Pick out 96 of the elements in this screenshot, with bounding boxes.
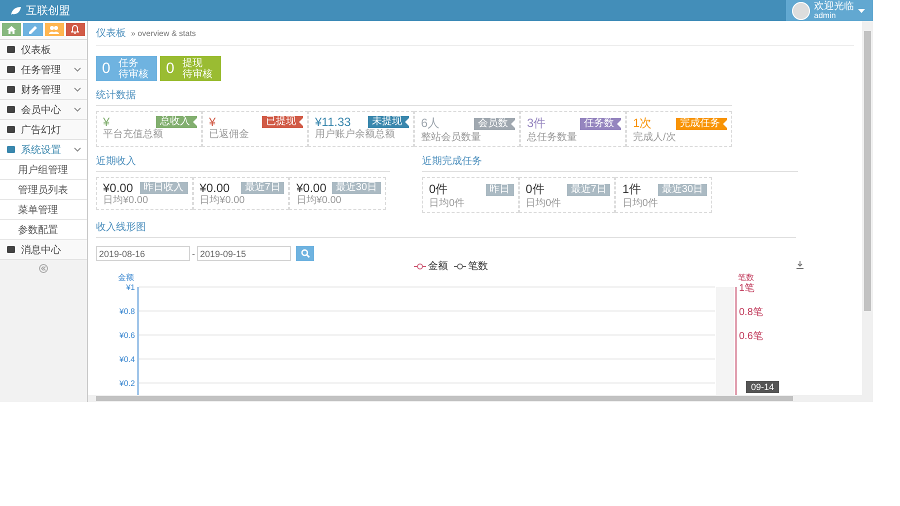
axis-tick: ¥0.8: [119, 307, 135, 316]
axis-tick: ¥0.4: [119, 355, 135, 364]
shortcut-button[interactable]: [66, 23, 85, 36]
period-tag: 最近7日: [240, 182, 284, 194]
breadcrumb-link[interactable]: 仪表板: [96, 26, 126, 40]
stat-tag: 任务数: [580, 118, 621, 130]
axis-tick: ¥0.2: [119, 379, 135, 388]
stat-caption: 完成人/次: [633, 132, 677, 144]
breadcrumb-text: » overview & stats: [131, 28, 196, 38]
legend-item[interactable]: 笔数: [454, 259, 488, 273]
bell-icon: [71, 25, 80, 34]
stat-caption: 总任务数量: [527, 132, 578, 144]
axis-tick: ¥1: [126, 283, 135, 292]
section-title: 近期完成任务: [422, 154, 798, 172]
pencil-icon: [28, 26, 37, 34]
shortcut-button[interactable]: [2, 23, 22, 36]
submenu-item[interactable]: 管理员列表: [0, 180, 87, 200]
chart-tooltip: 09-14: [746, 381, 780, 393]
summary-caption: 日均0件: [526, 198, 562, 210]
stat-value: 3件: [527, 115, 546, 132]
period-tag: 最近30日: [658, 184, 708, 196]
stat-tag: 总收入: [156, 116, 197, 128]
section-title: 近期收入: [96, 154, 390, 172]
users-icon: [49, 26, 60, 34]
menu-icon: [6, 145, 16, 154]
stat-caption: 用户账户余额总额: [315, 129, 396, 141]
menu-icon: [6, 125, 16, 134]
menu-icon: [6, 85, 16, 94]
axis-tick: ¥0.6: [119, 331, 135, 340]
stat-caption: 已返佣金: [209, 129, 250, 141]
section-title: 统计数据: [96, 88, 732, 106]
caret-icon: [858, 8, 865, 12]
search-icon: [300, 249, 310, 258]
stat-tag: 完成任务: [676, 118, 727, 130]
summary-caption: 日均0件: [429, 198, 466, 210]
search-button[interactable]: [296, 246, 314, 261]
collapse-icon[interactable]: [39, 264, 48, 273]
legend-item[interactable]: 金额: [414, 259, 448, 273]
leaf-icon: [10, 6, 22, 16]
submenu-item[interactable]: 用户组管理: [0, 160, 87, 180]
stat-value: ¥: [209, 115, 216, 129]
stat-value: ¥11.33: [315, 115, 351, 129]
summary-value: ¥0.00: [200, 181, 230, 195]
axis-tick: 1笔: [739, 283, 755, 294]
sidebar-item[interactable]: 财务管理: [0, 80, 87, 100]
summary-caption: 日均¥0.00: [103, 195, 150, 207]
submenu-item[interactable]: 菜单管理: [0, 200, 87, 220]
menu-icon: [6, 45, 16, 54]
period-tag: 昨日收入: [140, 182, 188, 194]
stat-value: 6人: [421, 115, 440, 132]
shortcut-button[interactable]: [44, 23, 64, 36]
sidebar-item[interactable]: 仪表板: [0, 40, 87, 60]
section-title: 收入线形图: [96, 220, 796, 238]
sidebar-item[interactable]: 任务管理: [0, 60, 87, 80]
menu-icon: [6, 65, 16, 74]
summary-caption: 日均¥0.00: [200, 195, 246, 207]
home-icon: [7, 26, 16, 34]
period-tag: 最近30日: [332, 182, 382, 194]
avatar-icon: [792, 2, 810, 20]
horizontal-scrollbar[interactable]: [88, 395, 862, 402]
stat-tag: 未提现: [368, 116, 409, 128]
stat-caption: 平台充值总额: [103, 129, 164, 141]
summary-caption: 日均¥0.00: [296, 195, 342, 207]
stat-value: 1次: [633, 115, 652, 132]
stat-value: ¥: [103, 115, 110, 129]
summary-value: ¥0.00: [296, 181, 326, 195]
sidebar-item[interactable]: 系统设置: [0, 140, 87, 160]
date-separator: -: [192, 248, 195, 258]
axis-title: 笔数: [738, 273, 754, 282]
axis-title: 金额: [118, 273, 134, 282]
period-tag: 最近7日: [566, 184, 610, 196]
user-name: admin: [814, 12, 837, 20]
shortcut-button[interactable]: [23, 23, 42, 36]
stat-tag: 已提现: [262, 116, 303, 128]
end-date-field[interactable]: 2019-09-15: [197, 246, 291, 261]
brand-name: 互联创盟: [26, 4, 70, 18]
axis-tick: 0.8笔: [739, 307, 763, 318]
menu-icon: [6, 245, 16, 254]
vertical-scrollbar[interactable]: [862, 21, 873, 402]
period-tag: 昨日: [486, 184, 514, 196]
submenu-item[interactable]: 参数配置: [0, 220, 87, 240]
download-icon[interactable]: [796, 261, 804, 269]
start-date-field[interactable]: 2019-08-16: [96, 246, 190, 261]
summary-caption: 日均0件: [622, 198, 659, 210]
axis-tick: 0.6笔: [739, 331, 763, 342]
sidebar-item[interactable]: 消息中心: [0, 240, 87, 260]
menu-icon: [6, 105, 16, 114]
sidebar-item[interactable]: 会员中心: [0, 100, 87, 120]
summary-value: 0件: [526, 181, 544, 198]
sidebar-item[interactable]: 广告幻灯: [0, 120, 87, 140]
summary-value: 1件: [622, 181, 642, 198]
stat-caption: 整站会员数量: [421, 132, 482, 144]
stat-tag: 会员数: [474, 118, 515, 130]
summary-value: ¥0.00: [103, 181, 134, 195]
greeting-text: 欢迎光临: [814, 2, 854, 12]
summary-value: 0件: [429, 181, 448, 198]
